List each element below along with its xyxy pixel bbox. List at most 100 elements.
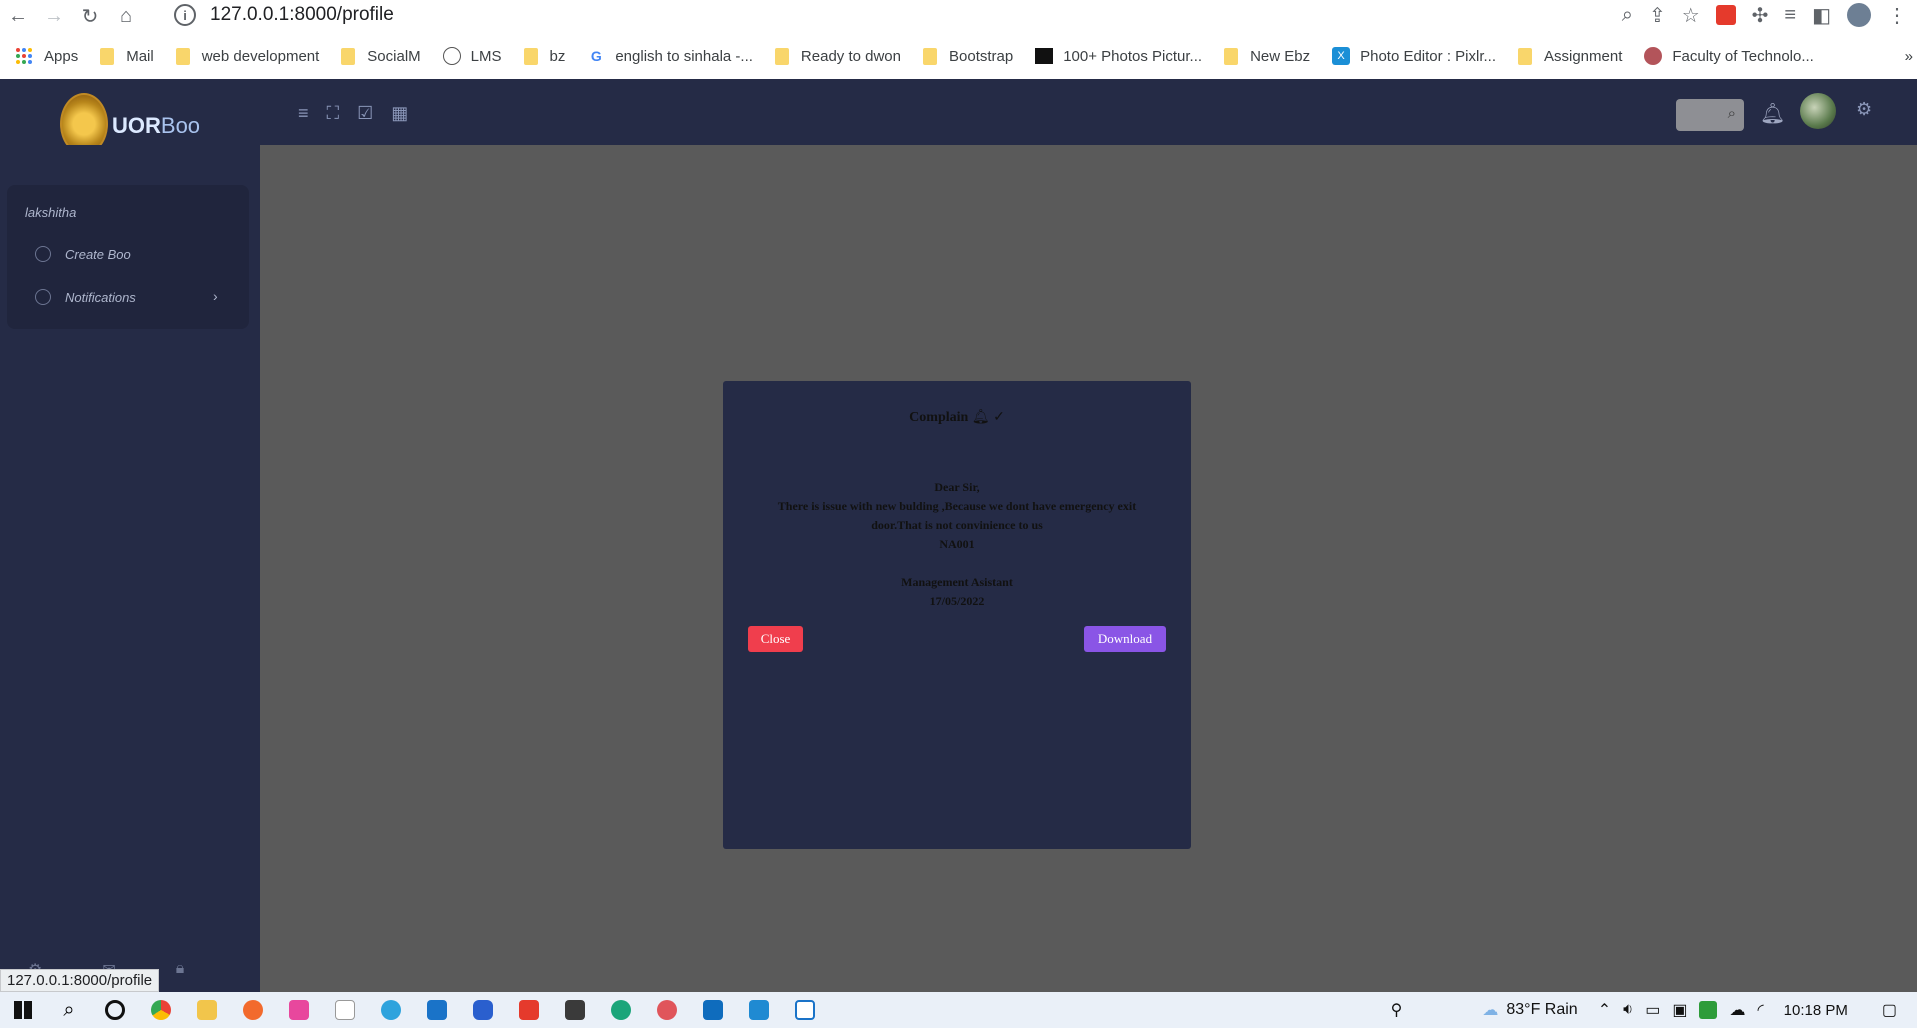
bookmark-web-development[interactable]: web development [175, 47, 319, 65]
zoom-icon[interactable]: ⌕ [1622, 4, 1633, 27]
display-icon[interactable]: ▣ [1672, 1000, 1687, 1020]
lock-icon[interactable]: 🔒︎ [176, 960, 185, 980]
calendar-icon[interactable]: ▦ [391, 103, 408, 124]
search-input[interactable]: ⌕ [1676, 99, 1744, 131]
download-button[interactable]: Download [1084, 626, 1166, 652]
volume-icon[interactable]: 🔉︎ [1623, 1001, 1633, 1019]
bookmark-faculty[interactable]: Faculty of Technolo... [1644, 47, 1814, 65]
sidebar-menu-card: lakshitha Create Boo Notifications › [7, 185, 249, 329]
snipping-icon[interactable] [644, 992, 690, 1028]
chevron-up-icon[interactable]: ⌃ [1598, 1000, 1611, 1020]
chat-bubble-icon [35, 289, 51, 305]
avatar[interactable] [1800, 93, 1836, 129]
sidebar-item-notifications[interactable]: Notifications [35, 289, 136, 305]
app-hex-icon[interactable] [460, 992, 506, 1028]
app-header: UORBoo ≡ ⛶ ☑ ▦ ⌕ 🔔︎ ⚙ [0, 79, 1917, 155]
cortana-icon[interactable] [92, 992, 138, 1028]
menu-icon[interactable]: ⋮ [1887, 3, 1907, 28]
notification-center-icon[interactable]: ▢ [1882, 1000, 1897, 1020]
complaint-date: 17/05/2022 [929, 594, 985, 608]
windows-start-icon[interactable] [0, 992, 46, 1028]
gear-icon[interactable]: ⚙ [1856, 99, 1872, 120]
bookmark-apps[interactable]: Apps [16, 48, 78, 65]
wifi-icon[interactable]: ◜ [1757, 1000, 1763, 1020]
complain-modal: Complain 🔔︎ ✓ Dear Sir, There is issue w… [723, 381, 1191, 849]
app-green-icon[interactable] [1699, 1001, 1718, 1019]
complaint-message: There is issue with new bulding ,Because… [777, 499, 1137, 532]
side-panel-icon[interactable]: ◧ [1812, 3, 1831, 28]
brand[interactable]: UORBoo [112, 113, 200, 139]
greeting: Dear Sir, [934, 480, 980, 494]
bookmark-photos[interactable]: 100+ Photos Pictur... [1035, 48, 1202, 65]
onedrive-icon[interactable]: ☁ [1729, 1000, 1745, 1020]
chevron-right-icon[interactable]: › [213, 288, 218, 304]
modal-title: Complain 🔔︎ ✓ [909, 410, 1005, 425]
app-bracket-icon[interactable] [782, 992, 828, 1028]
taskbar: ⌕ ⚲ ☁ 83°F Rain ⌃ 🔉︎ ▭ ▣ ☁ ◜ 10:18 PM ▢ [0, 992, 1917, 1028]
bookmark-mail[interactable]: Mail [100, 47, 154, 65]
pixlr-icon: X [1332, 47, 1351, 65]
app-viewport: UORBoo ≡ ⛶ ☑ ▦ ⌕ 🔔︎ ⚙ lakshitha Create B… [0, 79, 1917, 992]
notepad-icon[interactable] [322, 992, 368, 1028]
sidebar-item-create-boo[interactable]: Create Boo [35, 246, 131, 262]
address-bar[interactable]: i 127.0.0.1:8000/profile [174, 0, 394, 30]
bookmark-bootstrap[interactable]: Bootstrap [923, 47, 1013, 65]
fullscreen-icon[interactable]: ⛶ [327, 103, 340, 124]
outlook-icon[interactable] [690, 992, 736, 1028]
pie-chart-icon [35, 246, 51, 262]
faculty-logo-icon [1644, 47, 1663, 65]
reload-icon[interactable]: ↻ [72, 1, 108, 31]
home-icon[interactable]: ⌂ [108, 1, 144, 31]
media-icon[interactable]: ≡ [1784, 4, 1796, 27]
file-explorer-icon[interactable] [184, 992, 230, 1028]
folder-icon [774, 47, 789, 65]
weather-icon[interactable]: ☁ [1482, 1000, 1498, 1020]
firefox-icon[interactable] [230, 992, 276, 1028]
folder-icon [1518, 47, 1532, 65]
folder-icon [923, 47, 937, 65]
edge-icon[interactable] [598, 992, 644, 1028]
forward-icon[interactable]: → [36, 1, 72, 31]
vscode-icon[interactable] [736, 992, 782, 1028]
close-button[interactable]: Close [748, 626, 803, 652]
bookmark-photo-editor[interactable]: X Photo Editor : Pixlr... [1332, 47, 1496, 65]
extensions-icon[interactable]: ✣ [1752, 3, 1769, 28]
extension-red-icon[interactable] [1715, 5, 1736, 25]
clock[interactable]: 10:18 PM [1784, 1002, 1848, 1019]
back-icon[interactable]: ← [0, 1, 36, 31]
search-icon: ⌕ [1727, 105, 1736, 122]
checklist-icon[interactable]: ☑ [357, 103, 373, 124]
bookmark-lms[interactable]: LMS [442, 47, 502, 65]
share-icon[interactable]: ⇪ [1649, 3, 1666, 28]
bookmark-new-ebz[interactable]: New Ebz [1224, 47, 1310, 65]
bookmark-bz[interactable]: bz [523, 47, 565, 65]
site-info-icon[interactable]: i [174, 4, 196, 26]
bookmark-assignment[interactable]: Assignment [1518, 47, 1622, 65]
search-icon[interactable]: ⌕ [46, 992, 92, 1028]
menu-toggle-icon[interactable]: ≡ [298, 103, 309, 124]
bookmarks-overflow[interactable]: » [1905, 48, 1913, 65]
url-text: 127.0.0.1:8000/profile [210, 4, 394, 25]
double-check-icon: ✓ [993, 410, 1005, 425]
browser-actions: ⌕ ⇪ ☆ ✣ ≡ ◧ ⋮ [1622, 0, 1907, 30]
app-pink-icon[interactable] [276, 992, 322, 1028]
chrome-icon[interactable] [138, 992, 184, 1028]
bell-icon[interactable]: 🔔︎ [1760, 101, 1785, 126]
bookmark-english-to-sinhala[interactable]: Genglish to sinhala -... [587, 47, 753, 65]
sublime-icon[interactable] [552, 992, 598, 1028]
system-tray: ⚲ ☁ 83°F Rain ⌃ 🔉︎ ▭ ▣ ☁ ◜ 10:18 PM ▢ [1391, 992, 1917, 1028]
people-icon[interactable]: ⚲ [1391, 1000, 1403, 1020]
profile-avatar-icon[interactable] [1847, 3, 1871, 27]
telegram-icon[interactable] [368, 992, 414, 1028]
bookmark-socialm[interactable]: SocialM [341, 47, 421, 65]
google-icon: G [587, 47, 606, 65]
anydesk-icon[interactable] [506, 992, 552, 1028]
bookmark-ready-to-dwon[interactable]: Ready to dwon [774, 47, 901, 65]
battery-icon[interactable]: ▭ [1645, 1000, 1660, 1020]
mail-app-icon[interactable] [414, 992, 460, 1028]
bookmarks-bar: Apps Mail web development SocialM LMS bz… [0, 40, 1917, 72]
folder-icon [1224, 47, 1239, 65]
weather-text[interactable]: 83°F Rain [1506, 1001, 1577, 1019]
username: lakshitha [25, 205, 77, 220]
bookmark-star-icon[interactable]: ☆ [1682, 3, 1700, 28]
